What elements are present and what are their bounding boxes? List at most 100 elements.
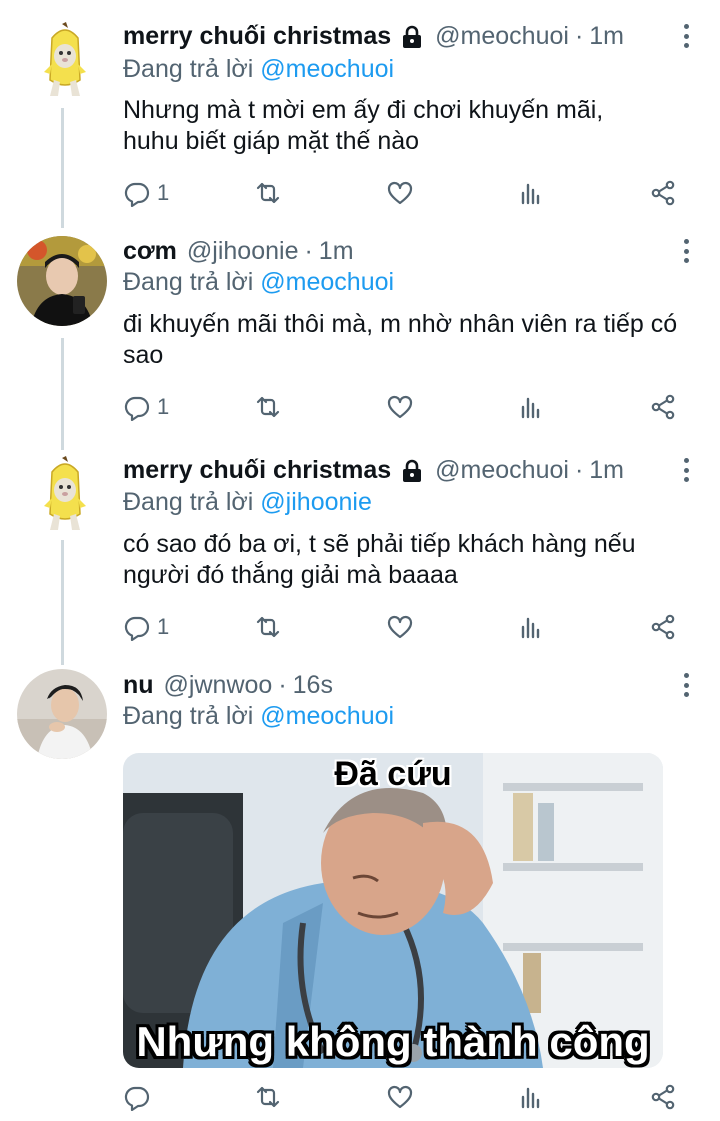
share-button[interactable] [649, 392, 677, 422]
retweet-button[interactable] [254, 392, 282, 422]
analytics-icon [521, 1087, 540, 1109]
retweet-button[interactable] [254, 612, 282, 642]
mention-link[interactable]: @meochuoi [260, 268, 394, 296]
like-button[interactable] [386, 1082, 414, 1112]
profile-photo-avatar-icon [17, 236, 107, 326]
replying-to: Đang trả lời @meochuoi [123, 55, 394, 84]
replying-prefix: Đang trả lời [123, 488, 254, 516]
like-button[interactable] [386, 612, 414, 642]
avatar[interactable] [17, 236, 107, 326]
tweet-header: merry chuối christmas @meochuoi · 1m [123, 19, 660, 53]
username[interactable]: @jwnwoo [164, 671, 273, 700]
lock-icon [401, 459, 423, 483]
share-icon [651, 1084, 675, 1110]
lock-icon [401, 25, 423, 49]
tweet-text: đi khuyến mãi thôi mà, m nhờ nhân viên r… [123, 310, 678, 369]
mention-link[interactable]: @jihoonie [260, 488, 372, 516]
thread-line [61, 540, 64, 665]
separator: · [574, 21, 584, 50]
reply-icon [124, 396, 150, 421]
reply-icon [124, 182, 150, 207]
tweet-header: nu @jwnwoo · 16s [123, 668, 660, 702]
replying-prefix: Đang trả lời [123, 702, 254, 730]
reply-count: 1 [157, 614, 170, 639]
share-icon [651, 180, 675, 206]
thread-line [61, 338, 64, 450]
avatar[interactable] [17, 669, 107, 759]
meme-bottom-caption: Nhưng không thành công [136, 1018, 650, 1065]
retweet-button[interactable] [254, 1082, 282, 1112]
display-name[interactable]: nu [123, 671, 154, 700]
share-icon [651, 394, 675, 420]
username[interactable]: @jihoonie [187, 237, 299, 266]
reply-icon [124, 616, 150, 641]
action-bar: 1 [123, 178, 683, 208]
separator: · [278, 670, 287, 699]
more-icon[interactable] [682, 24, 690, 48]
replying-to: Đang trả lời @meochuoi [123, 268, 394, 297]
meme-top-caption: Đã cứu [334, 755, 452, 793]
analytics-icon [521, 183, 540, 205]
more-icon[interactable] [682, 673, 690, 697]
reply-button[interactable]: 1 [123, 612, 169, 642]
reply-count: 1 [157, 180, 170, 205]
mention-link[interactable]: @meochuoi [260, 702, 394, 730]
timestamp[interactable]: 1m [589, 456, 624, 485]
timestamp[interactable]: 1m [319, 237, 354, 266]
action-bar: 1 [123, 612, 683, 642]
replying-to: Đang trả lời @jihoonie [123, 488, 372, 517]
avatar[interactable] [40, 454, 90, 534]
heart-icon [387, 181, 413, 205]
share-button[interactable] [649, 178, 677, 208]
avatar[interactable] [40, 20, 90, 100]
more-icon[interactable] [682, 239, 690, 263]
reply-count: 1 [157, 394, 170, 419]
share-icon [651, 614, 675, 640]
replying-to: Đang trả lời @meochuoi [123, 702, 394, 731]
action-bar: 1 [123, 392, 683, 422]
mention-link[interactable]: @meochuoi [260, 55, 394, 83]
profile-photo-avatar-icon [17, 669, 107, 759]
retweet-button[interactable] [254, 178, 282, 208]
action-bar [123, 1082, 683, 1112]
analytics-icon [521, 617, 540, 639]
views-button[interactable] [517, 178, 545, 208]
retweet-icon [256, 616, 280, 638]
thread-line [61, 108, 64, 228]
share-button[interactable] [649, 612, 677, 642]
retweet-icon [256, 396, 280, 418]
display-name[interactable]: merry chuối christmas [123, 456, 391, 485]
username[interactable]: @meochuoi [435, 456, 569, 485]
views-button[interactable] [517, 612, 545, 642]
replying-prefix: Đang trả lời [123, 268, 254, 296]
replying-prefix: Đang trả lời [123, 55, 254, 83]
like-button[interactable] [386, 392, 414, 422]
tweet-header: cơm @jihoonie · 1m [123, 234, 660, 268]
reply-button[interactable] [123, 1082, 151, 1112]
heart-icon [387, 395, 413, 419]
reply-icon [124, 1086, 150, 1111]
tweet-media-image[interactable]: Đã cứu Nhưng không thành công [123, 753, 663, 1068]
timestamp[interactable]: 1m [589, 22, 624, 51]
separator: · [304, 236, 313, 265]
views-button[interactable] [517, 1082, 545, 1112]
heart-icon [387, 615, 413, 639]
analytics-icon [521, 397, 540, 419]
banana-cat-avatar-icon [44, 456, 86, 530]
tweet-text: Nhưng mà t mời em ấy đi chơi khuyến mãi,… [123, 96, 604, 155]
tweet-header: merry chuối christmas @meochuoi · 1m [123, 453, 660, 487]
retweet-icon [256, 1086, 280, 1108]
views-button[interactable] [517, 392, 545, 422]
display-name[interactable]: cơm [123, 237, 177, 266]
like-button[interactable] [386, 178, 414, 208]
reply-button[interactable]: 1 [123, 178, 169, 208]
timestamp[interactable]: 16s [293, 671, 333, 700]
separator: · [574, 455, 584, 484]
reply-button[interactable]: 1 [123, 392, 169, 422]
banana-cat-avatar-icon [44, 22, 86, 96]
tweet-text: có sao đó ba ơi, t sẽ phải tiếp khách hà… [123, 530, 636, 589]
share-button[interactable] [649, 1082, 677, 1112]
display-name[interactable]: merry chuối christmas [123, 22, 391, 51]
username[interactable]: @meochuoi [435, 22, 569, 51]
more-icon[interactable] [682, 458, 690, 482]
